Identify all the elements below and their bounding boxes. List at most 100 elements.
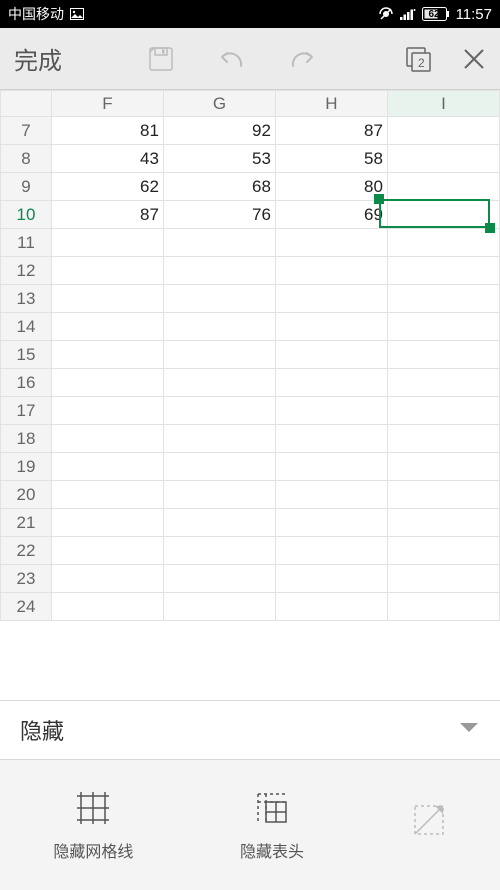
cell-H12[interactable] (275, 257, 387, 285)
row-header-16[interactable]: 16 (1, 369, 52, 397)
cell-F7[interactable]: 81 (51, 117, 163, 145)
selection-handle-tl[interactable] (374, 194, 384, 204)
cell-F18[interactable] (51, 425, 163, 453)
cell-I12[interactable] (387, 257, 499, 285)
spreadsheet[interactable]: FGHI781928784353589626880108776691112131… (0, 90, 500, 700)
row-header-11[interactable]: 11 (1, 229, 52, 257)
cell-G9[interactable]: 68 (163, 173, 275, 201)
cell-H16[interactable] (275, 369, 387, 397)
cell-I9[interactable] (387, 173, 499, 201)
cell-H9[interactable]: 80 (275, 173, 387, 201)
cell-F20[interactable] (51, 481, 163, 509)
cell-F16[interactable] (51, 369, 163, 397)
cell-I10[interactable] (387, 201, 499, 229)
cell-H17[interactable] (275, 397, 387, 425)
cell-F12[interactable] (51, 257, 163, 285)
row-header-9[interactable]: 9 (1, 173, 52, 201)
done-button[interactable]: 完成 (14, 41, 62, 76)
row-header-21[interactable]: 21 (1, 509, 52, 537)
cell-G20[interactable] (163, 481, 275, 509)
undo-icon[interactable] (216, 48, 246, 70)
row-header-17[interactable]: 17 (1, 397, 52, 425)
row-header-19[interactable]: 19 (1, 453, 52, 481)
cell-F10[interactable]: 87 (51, 201, 163, 229)
cell-G13[interactable] (163, 285, 275, 313)
cell-H15[interactable] (275, 341, 387, 369)
cell-F13[interactable] (51, 285, 163, 313)
row-header-14[interactable]: 14 (1, 313, 52, 341)
cell-F9[interactable]: 62 (51, 173, 163, 201)
cell-H10[interactable]: 69 (275, 201, 387, 229)
save-icon[interactable] (148, 46, 174, 72)
cell-F17[interactable] (51, 397, 163, 425)
cell-I19[interactable] (387, 453, 499, 481)
cell-G23[interactable] (163, 565, 275, 593)
cell-I8[interactable] (387, 145, 499, 173)
cell-G19[interactable] (163, 453, 275, 481)
cell-G15[interactable] (163, 341, 275, 369)
redo-icon[interactable] (288, 48, 318, 70)
cell-G22[interactable] (163, 537, 275, 565)
cell-H13[interactable] (275, 285, 387, 313)
cell-I11[interactable] (387, 229, 499, 257)
cell-I17[interactable] (387, 397, 499, 425)
cell-F21[interactable] (51, 509, 163, 537)
row-header-18[interactable]: 18 (1, 425, 52, 453)
cell-H7[interactable]: 87 (275, 117, 387, 145)
cell-G11[interactable] (163, 229, 275, 257)
cell-H11[interactable] (275, 229, 387, 257)
cell-H8[interactable]: 58 (275, 145, 387, 173)
cell-I21[interactable] (387, 509, 499, 537)
cell-H24[interactable] (275, 593, 387, 621)
cell-G24[interactable] (163, 593, 275, 621)
cell-F22[interactable] (51, 537, 163, 565)
col-header-F[interactable]: F (51, 91, 163, 117)
row-header-23[interactable]: 23 (1, 565, 52, 593)
cell-G7[interactable]: 92 (163, 117, 275, 145)
row-header-22[interactable]: 22 (1, 537, 52, 565)
panel-header[interactable]: 隐藏 (0, 700, 500, 760)
col-header-I[interactable]: I (387, 91, 499, 117)
cell-I24[interactable] (387, 593, 499, 621)
cell-F14[interactable] (51, 313, 163, 341)
cell-H22[interactable] (275, 537, 387, 565)
cell-I13[interactable] (387, 285, 499, 313)
cell-G14[interactable] (163, 313, 275, 341)
row-header-12[interactable]: 12 (1, 257, 52, 285)
cell-F24[interactable] (51, 593, 163, 621)
cell-I22[interactable] (387, 537, 499, 565)
row-header-15[interactable]: 15 (1, 341, 52, 369)
cell-H23[interactable] (275, 565, 387, 593)
cell-G12[interactable] (163, 257, 275, 285)
cell-I14[interactable] (387, 313, 499, 341)
cell-G18[interactable] (163, 425, 275, 453)
cell-G10[interactable]: 76 (163, 201, 275, 229)
cell-F11[interactable] (51, 229, 163, 257)
cell-I16[interactable] (387, 369, 499, 397)
close-icon[interactable] (462, 47, 486, 71)
cell-G16[interactable] (163, 369, 275, 397)
cell-H20[interactable] (275, 481, 387, 509)
cell-I7[interactable] (387, 117, 499, 145)
hide-headers-button[interactable]: 隐藏表头 (240, 788, 304, 862)
windows-icon[interactable]: 2 (404, 45, 432, 73)
cell-I15[interactable] (387, 341, 499, 369)
row-header-24[interactable]: 24 (1, 593, 52, 621)
cell-I18[interactable] (387, 425, 499, 453)
cell-F23[interactable] (51, 565, 163, 593)
cell-G21[interactable] (163, 509, 275, 537)
row-header-8[interactable]: 8 (1, 145, 52, 173)
row-header-10[interactable]: 10 (1, 201, 52, 229)
col-header-G[interactable]: G (163, 91, 275, 117)
hide-gridlines-button[interactable]: 隐藏网格线 (53, 788, 133, 862)
cell-I23[interactable] (387, 565, 499, 593)
selection-handle-br[interactable] (485, 223, 495, 233)
cell-H19[interactable] (275, 453, 387, 481)
col-header-H[interactable]: H (275, 91, 387, 117)
row-header-7[interactable]: 7 (1, 117, 52, 145)
cell-H14[interactable] (275, 313, 387, 341)
cell-H21[interactable] (275, 509, 387, 537)
row-header-13[interactable]: 13 (1, 285, 52, 313)
cell-F15[interactable] (51, 341, 163, 369)
cell-H18[interactable] (275, 425, 387, 453)
